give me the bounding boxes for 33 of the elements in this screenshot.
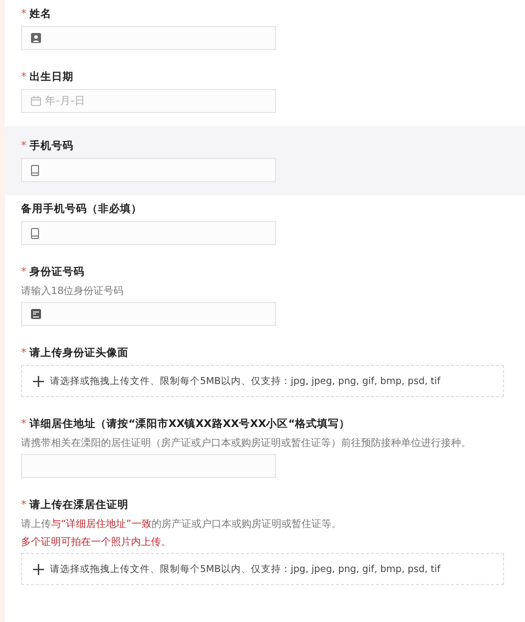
required-mark: *: [21, 346, 26, 359]
input-field[interactable]: [21, 26, 276, 50]
person-icon: [31, 33, 41, 43]
field-label: 出生日期: [30, 70, 74, 84]
calendar-icon: [31, 96, 41, 106]
phone-icon: [31, 228, 39, 238]
required-mark: *: [21, 139, 26, 152]
input-field[interactable]: [21, 221, 276, 245]
field-label: 请上传在溧居住证明: [30, 498, 128, 512]
field-label: 手机号码: [30, 138, 74, 152]
required-mark: *: [21, 417, 26, 430]
required-mark: *: [21, 498, 26, 511]
field-label: 详细居住地址（请按“溧阳市XX镇XX路XX号XX小区“格式填写）: [30, 416, 350, 430]
plus-icon: [33, 376, 44, 386]
field-hint: 请上传与“详细居住地址”一致的房产证或户口本或购房证明或暂住证等。: [21, 518, 342, 532]
field-hint: 请输入18位身份证号码: [21, 284, 125, 299]
input-field[interactable]: [21, 302, 276, 326]
upload-area[interactable]: 请选择或拖拽上传文件、限制每个5MB以内、仅支持：jpg, jpeg, png, gif, bmp, psd, tif: [21, 553, 504, 585]
field-label: 身份证号码: [30, 264, 84, 278]
field-label: 请上传身份证头像面: [30, 346, 128, 360]
field-label: 备用手机号码（非必填）: [21, 202, 142, 216]
required-mark: *: [21, 70, 26, 83]
plus-icon: [33, 564, 44, 574]
required-mark: *: [21, 265, 26, 278]
field-hint: 多个证明可拍在一个照片内上传。: [21, 536, 172, 550]
input-field[interactable]: [21, 454, 276, 478]
required-mark: *: [21, 7, 26, 20]
field-label: 姓名: [30, 6, 52, 20]
phone-icon: [31, 164, 39, 176]
upload-area[interactable]: 请选择或拖拽上传文件、限制每个5MB以内、仅支持：jpg, jpeg, png, gif, bmp, psd, tif: [21, 365, 504, 397]
id-card-icon: [31, 309, 41, 319]
field-hint: 请携带相关在溧阳的居住证明（房产证或户口本或购房证明或暂住证等）前往预防接种单位进行接种。: [21, 436, 472, 451]
input-field[interactable]: [21, 158, 276, 182]
